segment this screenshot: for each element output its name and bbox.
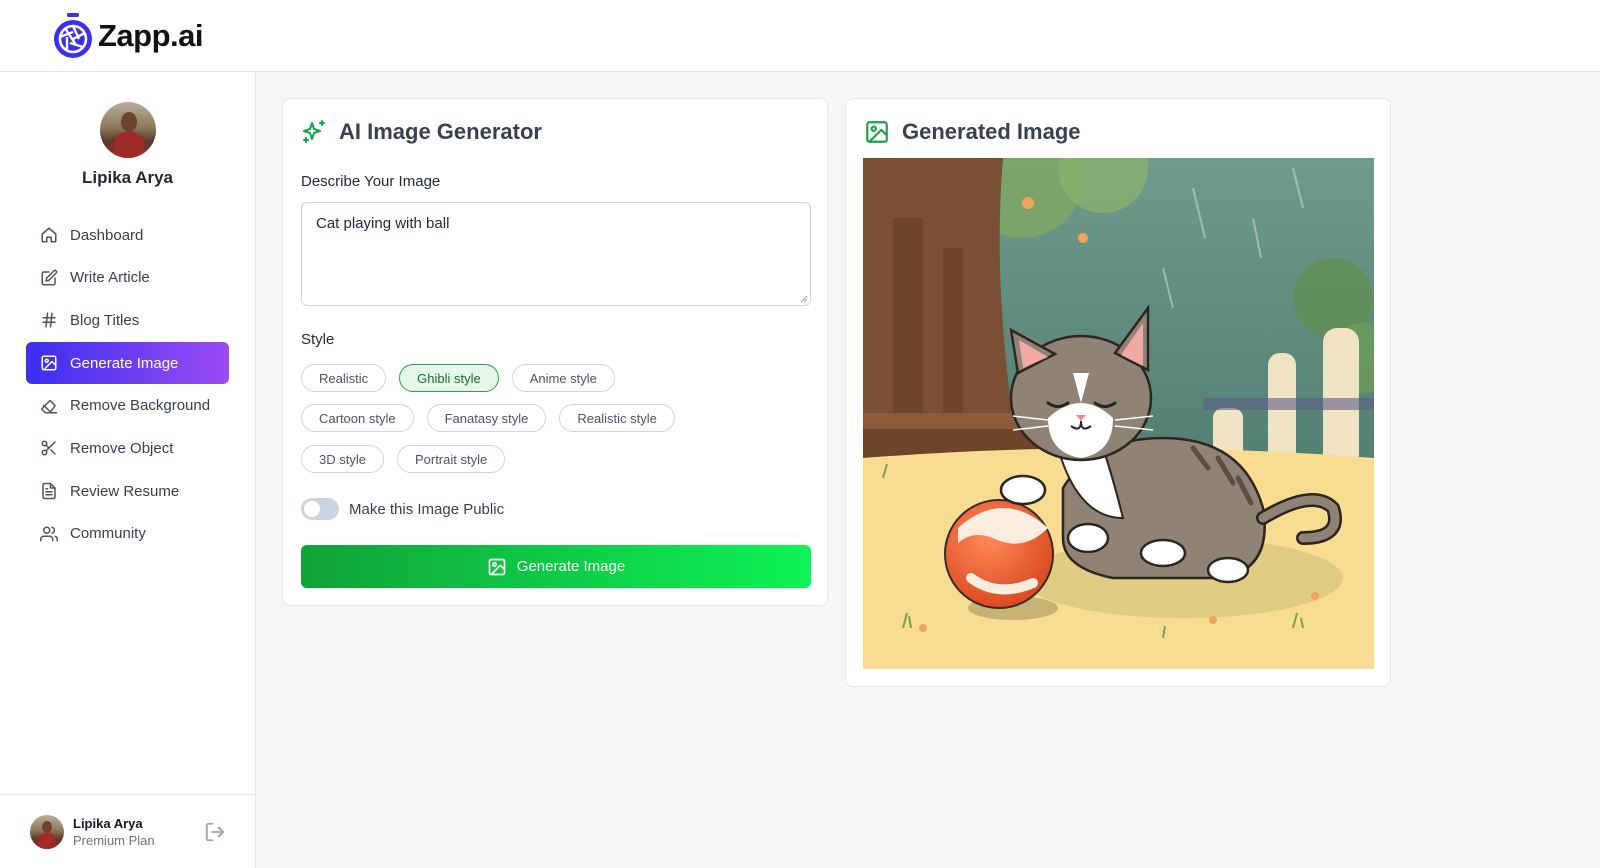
logout-icon[interactable]: [204, 821, 226, 843]
style-chip-realistic-style[interactable]: Realistic style: [559, 404, 675, 432]
sidebar-item-label: Generate Image: [70, 354, 179, 372]
user-plan: Premium Plan: [73, 832, 155, 848]
prompt-label: Describe Your Image: [301, 173, 441, 190]
style-chip-anime[interactable]: Anime style: [511, 364, 615, 392]
sidebar-item-label: Remove Object: [70, 439, 174, 457]
user-footer: Lipika Arya Premium Plan: [0, 794, 255, 868]
user-info: Lipika Arya Premium Plan: [73, 816, 155, 848]
sidebar-nav: Dashboard Write Article Blog Titles Gene…: [0, 214, 255, 555]
sidebar: Lipika Arya Dashboard Write Article Blog…: [0, 72, 256, 868]
profile-section: Lipika Arya: [0, 72, 255, 188]
style-chip-realistic[interactable]: Realistic: [301, 364, 387, 392]
style-chip-portrait[interactable]: Portrait style: [396, 445, 506, 473]
generated-image-card: Generated Image: [845, 98, 1391, 687]
image-icon: [40, 354, 58, 372]
home-icon: [40, 226, 58, 244]
edit-icon: [40, 269, 58, 287]
app-logo[interactable]: Zapp.ai: [52, 12, 204, 60]
sidebar-item-review-resume[interactable]: Review Resume: [26, 470, 229, 512]
app-name: Zapp.ai: [98, 17, 204, 53]
public-toggle-label: Make this Image Public: [349, 500, 505, 518]
style-chip-row: Realistic Ghibli style Anime style: [301, 364, 615, 392]
cat-illustration: [863, 158, 1374, 669]
sidebar-item-write-article[interactable]: Write Article: [26, 257, 229, 299]
result-header: Generated Image: [864, 119, 1081, 145]
style-chip-3d[interactable]: 3D style: [301, 445, 384, 473]
result-title: Generated Image: [902, 119, 1081, 144]
style-chip-row: 3D style Portrait style: [301, 445, 506, 473]
prompt-input[interactable]: Cat playing with ball: [301, 202, 811, 306]
camera-aperture-icon: [54, 12, 92, 58]
sidebar-item-label: Review Resume: [70, 482, 180, 500]
image-generator-card: AI Image Generator Describe Your Image C…: [282, 98, 828, 606]
sparkles-icon: [303, 120, 325, 143]
avatar[interactable]: [99, 102, 156, 158]
public-toggle[interactable]: [301, 498, 339, 520]
style-chip-row: Cartoon style Fanatasy style Realistic s…: [301, 404, 675, 432]
style-chip-cartoon[interactable]: Cartoon style: [301, 404, 414, 432]
sidebar-item-label: Blog Titles: [70, 311, 140, 329]
hash-icon: [40, 311, 58, 329]
generate-button-label: Generate Image: [516, 558, 626, 575]
style-chip-ghibli[interactable]: Ghibli style: [399, 364, 499, 392]
profile-name: Lipika Arya: [81, 168, 174, 187]
sidebar-item-remove-object[interactable]: Remove Object: [26, 427, 229, 469]
style-label: Style: [301, 331, 335, 348]
sidebar-item-blog-titles[interactable]: Blog Titles: [26, 299, 229, 341]
users-icon: [40, 525, 58, 543]
top-header: Zapp.ai: [0, 0, 1600, 72]
style-chip-fantasy[interactable]: Fanatasy style: [426, 404, 547, 432]
resize-grip-icon[interactable]: [800, 295, 808, 303]
sidebar-item-label: Dashboard: [70, 226, 144, 244]
public-toggle-row: Make this Image Public: [301, 498, 504, 520]
scissors-icon: [40, 439, 58, 457]
file-text-icon: [40, 482, 58, 500]
eraser-icon: [40, 397, 58, 415]
sidebar-item-remove-background[interactable]: Remove Background: [26, 385, 229, 427]
image-icon: [866, 121, 888, 143]
generator-header: AI Image Generator: [301, 119, 542, 145]
image-icon: [488, 558, 506, 575]
sidebar-item-community[interactable]: Community: [26, 513, 229, 555]
avatar[interactable]: [30, 814, 64, 849]
sidebar-item-label: Remove Background: [70, 397, 211, 415]
generated-image[interactable]: [863, 158, 1374, 669]
generate-image-button[interactable]: Generate Image: [301, 545, 811, 588]
generator-title: AI Image Generator: [339, 119, 542, 144]
user-name: Lipika Arya: [73, 815, 143, 831]
sidebar-item-generate-image[interactable]: Generate Image: [26, 342, 229, 385]
sidebar-item-dashboard[interactable]: Dashboard: [26, 214, 229, 256]
sidebar-item-label: Community: [70, 525, 146, 543]
sidebar-item-label: Write Article: [70, 269, 150, 287]
